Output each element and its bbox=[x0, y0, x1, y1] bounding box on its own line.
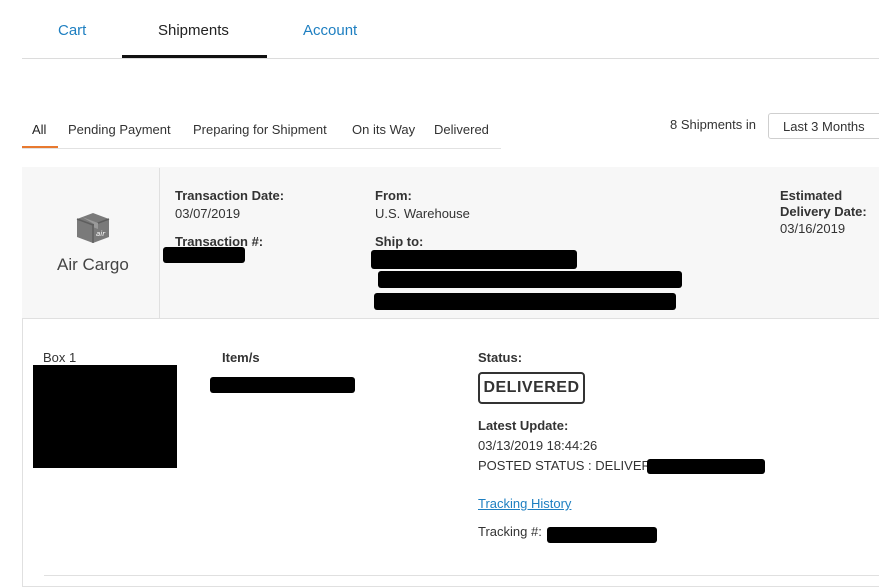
box-divider bbox=[44, 575, 879, 576]
estimated-delivery-label-line2: Delivery Date: bbox=[780, 204, 867, 219]
status-badge: DELIVERED bbox=[478, 372, 585, 404]
tracking-history-link[interactable]: Tracking History bbox=[478, 496, 571, 511]
redacted-transaction-number bbox=[163, 247, 245, 263]
transaction-date-label: Transaction Date: bbox=[175, 188, 285, 203]
box-label: Box 1 bbox=[43, 350, 77, 365]
estimated-delivery-label-line1: Estimated bbox=[780, 188, 843, 203]
filter-preparing-for-shipment[interactable]: Preparing for Shipment bbox=[193, 122, 327, 137]
redacted-address-line-3 bbox=[374, 293, 676, 310]
redacted-item-image bbox=[33, 365, 177, 468]
filter-on-its-way[interactable]: On its Way bbox=[352, 122, 415, 137]
redacted-address-line-1 bbox=[371, 250, 577, 269]
tab-account[interactable]: Account bbox=[303, 22, 357, 39]
transaction-date-value: 03/07/2019 bbox=[175, 206, 241, 221]
filter-pending-payment[interactable]: Pending Payment bbox=[68, 122, 171, 137]
redacted-tracking-number bbox=[547, 527, 657, 543]
filter-delivered[interactable]: Delivered bbox=[434, 122, 489, 137]
redacted-posted-status-detail bbox=[647, 459, 765, 474]
from-value: U.S. Warehouse bbox=[375, 206, 470, 221]
latest-update-label: Latest Update: bbox=[478, 418, 569, 433]
posted-status: POSTED STATUS : DELIVERED bbox=[478, 458, 669, 473]
items-label: Item/s bbox=[222, 350, 260, 365]
latest-update-time: 03/13/2019 18:44:26 bbox=[478, 438, 598, 453]
redacted-item-name bbox=[210, 377, 355, 393]
filter-divider bbox=[22, 148, 501, 149]
ship-to-label: Ship to: bbox=[375, 234, 424, 249]
tabs-divider bbox=[22, 58, 879, 59]
tab-cart[interactable]: Cart bbox=[58, 22, 86, 39]
shipments-count: 8 Shipments in bbox=[670, 117, 756, 132]
estimated-delivery-value: 03/16/2019 bbox=[780, 221, 846, 236]
filter-all[interactable]: All bbox=[32, 122, 46, 137]
redacted-address-line-2 bbox=[378, 271, 682, 288]
carrier-divider bbox=[159, 168, 160, 318]
tracking-number-label: Tracking #: bbox=[478, 524, 542, 539]
svg-text:air: air bbox=[96, 230, 106, 238]
date-range-select[interactable]: Last 3 Months bbox=[768, 113, 879, 139]
from-label: From: bbox=[375, 188, 412, 203]
status-label: Status: bbox=[478, 350, 523, 365]
air-cargo-box-icon: air bbox=[73, 210, 113, 246]
tab-shipments[interactable]: Shipments bbox=[158, 22, 229, 39]
carrier-name: Air Cargo bbox=[57, 255, 129, 274]
